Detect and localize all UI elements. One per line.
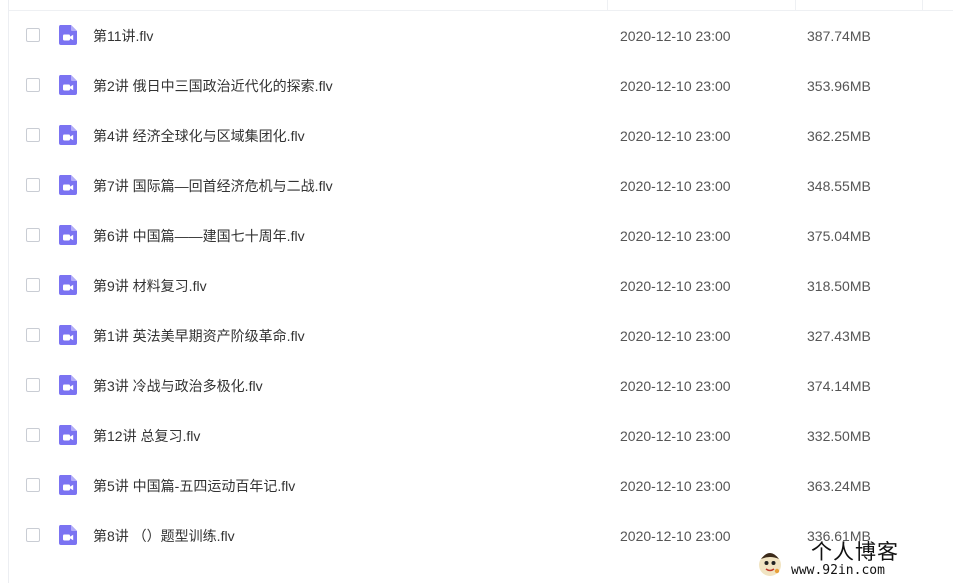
watermark-title: 个人博客	[811, 540, 899, 564]
file-row[interactable]: 第4讲 经济全球化与区域集团化.flv 2020-12-10 23:00 362…	[9, 111, 953, 161]
file-row[interactable]: 第3讲 冷战与政治多极化.flv 2020-12-10 23:00 374.14…	[9, 361, 953, 411]
row-checkbox[interactable]	[26, 378, 40, 392]
video-file-icon	[57, 424, 79, 446]
file-size: 375.04MB	[807, 228, 871, 244]
file-modified-date: 2020-12-10 23:00	[620, 478, 731, 494]
file-name[interactable]: 第4讲 经济全球化与区域集团化.flv	[93, 127, 305, 145]
file-name[interactable]: 第6讲 中国篇——建国七十周年.flv	[93, 227, 305, 245]
video-file-icon	[57, 474, 79, 496]
video-file-icon	[57, 174, 79, 196]
file-modified-date: 2020-12-10 23:00	[620, 378, 731, 394]
file-row[interactable]: 第5讲 中国篇-五四运动百年记.flv 2020-12-10 23:00 363…	[9, 461, 953, 511]
column-header-strip	[9, 0, 953, 11]
row-checkbox[interactable]	[26, 78, 40, 92]
column-divider	[795, 0, 796, 10]
file-list: 第11讲.flv 2020-12-10 23:00 387.74MB 第2讲 俄…	[9, 11, 953, 561]
file-size: 374.14MB	[807, 378, 871, 394]
file-name[interactable]: 第12讲 总复习.flv	[93, 427, 200, 445]
file-modified-date: 2020-12-10 23:00	[620, 328, 731, 344]
row-checkbox[interactable]	[26, 28, 40, 42]
video-file-icon	[57, 324, 79, 346]
file-name[interactable]: 第8讲 （）题型训练.flv	[93, 527, 235, 545]
file-modified-date: 2020-12-10 23:00	[620, 428, 731, 444]
file-modified-date: 2020-12-10 23:00	[620, 228, 731, 244]
video-file-icon	[57, 374, 79, 396]
video-file-icon	[57, 524, 79, 546]
row-checkbox[interactable]	[26, 428, 40, 442]
row-checkbox[interactable]	[26, 128, 40, 142]
file-size: 353.96MB	[807, 78, 871, 94]
row-checkbox[interactable]	[26, 478, 40, 492]
file-row[interactable]: 第11讲.flv 2020-12-10 23:00 387.74MB	[9, 11, 953, 61]
file-name[interactable]: 第7讲 国际篇—回首经济危机与二战.flv	[93, 177, 333, 195]
file-modified-date: 2020-12-10 23:00	[620, 278, 731, 294]
file-row[interactable]: 第2讲 俄日中三国政治近代化的探索.flv 2020-12-10 23:00 3…	[9, 61, 953, 111]
file-row[interactable]: 第6讲 中国篇——建国七十周年.flv 2020-12-10 23:00 375…	[9, 211, 953, 261]
row-checkbox[interactable]	[26, 328, 40, 342]
file-name[interactable]: 第3讲 冷战与政治多极化.flv	[93, 377, 263, 395]
file-row[interactable]: 第9讲 材料复习.flv 2020-12-10 23:00 318.50MB	[9, 261, 953, 311]
file-modified-date: 2020-12-10 23:00	[620, 28, 731, 44]
row-checkbox[interactable]	[26, 528, 40, 542]
column-divider	[922, 0, 923, 10]
blog-watermark: 个人博客 www.92in.com	[757, 541, 949, 581]
file-name[interactable]: 第5讲 中国篇-五四运动百年记.flv	[93, 477, 295, 495]
video-file-icon	[57, 224, 79, 246]
mascot-icon	[759, 553, 781, 576]
file-name[interactable]: 第1讲 英法美早期资产阶级革命.flv	[93, 327, 305, 345]
file-row[interactable]: 第1讲 英法美早期资产阶级革命.flv 2020-12-10 23:00 327…	[9, 311, 953, 361]
file-size: 387.74MB	[807, 28, 871, 44]
video-file-icon	[57, 124, 79, 146]
file-name[interactable]: 第9讲 材料复习.flv	[93, 277, 207, 295]
file-row[interactable]: 第7讲 国际篇—回首经济危机与二战.flv 2020-12-10 23:00 3…	[9, 161, 953, 211]
row-checkbox[interactable]	[26, 228, 40, 242]
file-modified-date: 2020-12-10 23:00	[620, 128, 731, 144]
file-modified-date: 2020-12-10 23:00	[620, 178, 731, 194]
file-size: 327.43MB	[807, 328, 871, 344]
row-checkbox[interactable]	[26, 178, 40, 192]
video-file-icon	[57, 24, 79, 46]
file-name[interactable]: 第2讲 俄日中三国政治近代化的探索.flv	[93, 77, 333, 95]
file-size: 362.25MB	[807, 128, 871, 144]
file-size: 363.24MB	[807, 478, 871, 494]
file-modified-date: 2020-12-10 23:00	[620, 528, 731, 544]
file-size: 348.55MB	[807, 178, 871, 194]
file-list-page: 第11讲.flv 2020-12-10 23:00 387.74MB 第2讲 俄…	[0, 0, 953, 583]
watermark-url: www.92in.com	[791, 563, 885, 578]
file-name[interactable]: 第11讲.flv	[93, 27, 153, 45]
video-file-icon	[57, 274, 79, 296]
file-size: 332.50MB	[807, 428, 871, 444]
file-row[interactable]: 第12讲 总复习.flv 2020-12-10 23:00 332.50MB	[9, 411, 953, 461]
file-size: 318.50MB	[807, 278, 871, 294]
row-checkbox[interactable]	[26, 278, 40, 292]
column-divider	[607, 0, 608, 10]
file-modified-date: 2020-12-10 23:00	[620, 78, 731, 94]
video-file-icon	[57, 74, 79, 96]
